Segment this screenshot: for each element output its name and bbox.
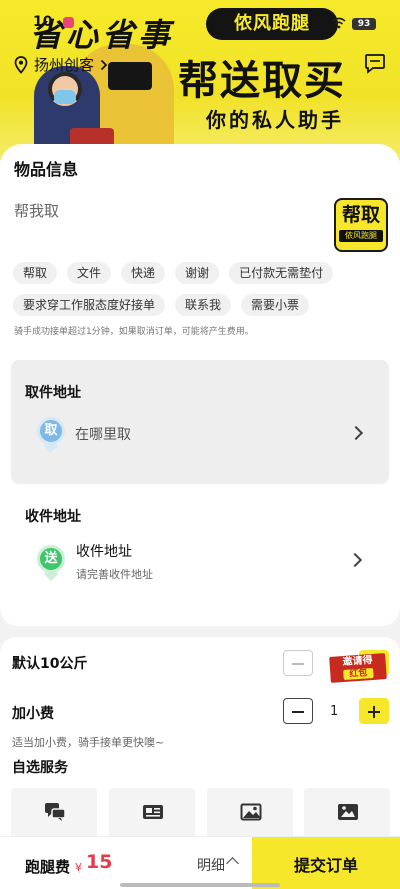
delivery-fee-value: 15 — [86, 851, 113, 873]
photo-icon — [338, 804, 358, 820]
banner-headline: 帮送取买 — [178, 58, 346, 104]
fee-detail-toggle[interactable]: 明细 — [197, 855, 225, 875]
delivery-pin-label: 送 — [37, 545, 65, 573]
tip-increase-button[interactable] — [359, 698, 389, 724]
pickup-pin-icon: 取 — [37, 417, 65, 454]
message-icon[interactable] — [364, 52, 386, 74]
red-packet-text: 红包 — [343, 667, 374, 681]
optional-services-title: 自选服务 — [12, 760, 68, 776]
brand-logo: 侬风跑腿 — [206, 8, 338, 40]
tip-decrease-button[interactable] — [283, 698, 313, 724]
weight-label: 默认10公斤 — [12, 656, 88, 672]
battery-indicator: 93 — [352, 18, 376, 30]
quick-tag-list: 帮取 文件 快递 谢谢 已付款无需垫付 要求穿工作服态度好接单 联系我 需要小票 — [13, 262, 389, 316]
quick-tag[interactable]: 谢谢 — [175, 262, 220, 284]
chevron-right-icon[interactable] — [348, 425, 364, 441]
status-time: 10 — [33, 14, 53, 30]
pickup-pin-label: 取 — [37, 417, 65, 445]
item-info-card: 物品信息 帮我取 帮取 侬风跑腿 帮取 文件 快递 谢谢 已付款无需垫付 要求穿… — [0, 144, 400, 626]
quick-tag[interactable]: 要求穿工作服态度好接单 — [13, 294, 166, 316]
id-card-icon — [143, 805, 163, 819]
hero-banner: 省心省事 10 侬风跑腿 93 帮送取买 你的私人助手 扬州创客 — [0, 0, 400, 160]
banner-subline: 你的私人助手 — [206, 108, 344, 132]
quick-tag[interactable]: 快递 — [121, 262, 166, 284]
currency-symbol: ¥ — [75, 861, 82, 874]
item-input[interactable]: 帮我取 — [14, 200, 59, 221]
invite-text: 邀请得 — [342, 654, 373, 669]
location-pin-icon — [14, 55, 28, 74]
delivery-address-title: 收件地址 — [25, 509, 81, 525]
pickup-address-section: 取件地址 取 在哪里取 — [11, 360, 389, 484]
quick-tag[interactable]: 文件 — [67, 262, 112, 284]
help-fetch-badge: 帮取 侬风跑腿 — [334, 198, 388, 252]
pickup-address-input[interactable]: 在哪里取 — [75, 424, 131, 444]
image-icon — [240, 803, 262, 821]
order-summary-bar: 跑腿费 ¥ 15 明细 提交订单 — [0, 836, 400, 889]
delivery-address-hint: 请完善收件地址 — [76, 568, 153, 581]
help-fetch-badge-brand: 侬风跑腿 — [339, 230, 383, 242]
location-text: 扬州创客 — [34, 56, 95, 74]
help-fetch-badge-label: 帮取 — [341, 204, 380, 226]
submit-order-button[interactable]: 提交订单 — [252, 837, 400, 889]
cancellation-notice: 骑手成功接单超过1分钟，如果取消订单，可能将产生费用。 — [14, 327, 254, 337]
location-selector[interactable]: 扬州创客 — [14, 54, 108, 75]
tip-hint: 适当加小费，骑手接单更快噢~ — [12, 736, 165, 749]
notification-dot-icon — [63, 17, 74, 28]
delivery-address-main[interactable]: 收件地址 — [76, 541, 132, 561]
item-info-title: 物品信息 — [14, 160, 79, 179]
delivery-fee-label: 跑腿费 — [25, 858, 71, 876]
chevron-up-icon[interactable] — [226, 857, 239, 870]
tip-label: 加小费 — [12, 706, 54, 722]
tip-value: 1 — [330, 704, 339, 719]
invite-red-packet-badge[interactable]: 邀请得 红包 — [329, 653, 387, 683]
quick-tag[interactable]: 需要小票 — [241, 294, 310, 316]
delivery-pin-icon: 送 — [37, 545, 65, 582]
chevron-right-icon — [100, 59, 108, 70]
wifi-icon — [332, 17, 346, 32]
weight-decrease-button[interactable] — [283, 650, 313, 676]
quick-tag[interactable]: 已付款无需垫付 — [229, 262, 334, 284]
quick-tag[interactable]: 帮取 — [13, 262, 58, 284]
pickup-address-title: 取件地址 — [25, 385, 81, 401]
home-indicator — [120, 883, 280, 887]
chevron-right-icon[interactable] — [347, 552, 363, 568]
chat-bubbles-icon — [45, 803, 66, 821]
quick-tag[interactable]: 联系我 — [175, 294, 232, 316]
